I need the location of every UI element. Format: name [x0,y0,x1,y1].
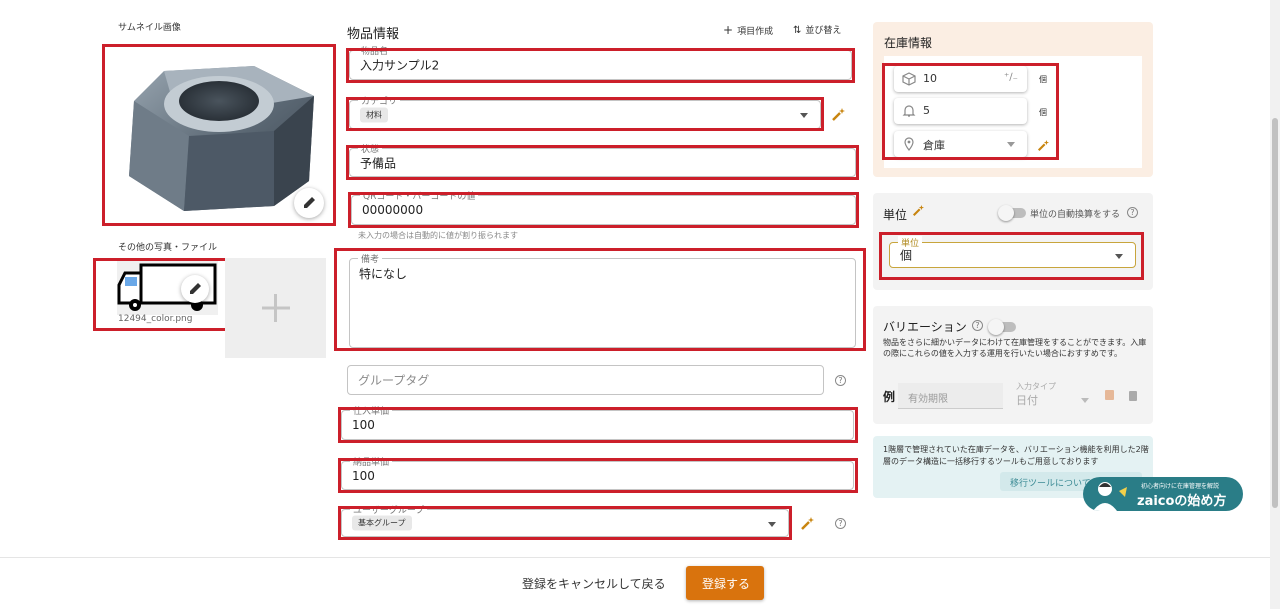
qr-code-highlight [348,192,859,228]
help-icon[interactable]: ? [1127,207,1138,218]
plus-icon: + [723,23,734,37]
file-highlight [93,258,228,331]
group-tag-placeholder: グループタグ [358,373,430,388]
item-name-highlight [346,48,855,83]
magic-wand-icon[interactable] [800,517,814,531]
group-tag-input[interactable]: グループタグ [347,365,824,395]
migration-text: 1階層で管理されていた在庫データを、バリエーション機能を利用した2階層のデータ構… [883,445,1149,466]
trash-icon [1129,391,1137,401]
example-placeholder: 有効期限 [908,394,948,405]
magic-wand-icon[interactable] [831,108,845,122]
submit-label: 登録する [702,577,751,591]
create-field-label: 項目作成 [737,27,774,37]
scrollbar-track[interactable] [1270,0,1280,609]
add-file-button[interactable] [225,258,326,358]
reorder-label: 並び替え [805,26,842,36]
help-icon[interactable]: ? [835,518,846,529]
unit-title: 単位 [883,208,908,222]
person-illustration-icon [1093,482,1127,511]
reorder-button[interactable]: ⇅ 並び替え [793,23,841,36]
stock-highlight [882,63,1059,160]
user-group-highlight [338,506,792,540]
thumbnail-highlight [102,44,336,226]
chevron-down-icon [1081,398,1089,403]
copy-icon [1105,390,1114,400]
status-highlight [346,145,859,180]
remarks-highlight [334,248,866,351]
auto-convert-label: 単位の自動換算をする [1030,210,1121,220]
variation-toggle[interactable] [988,319,1016,335]
migration-button-label: 移行ツールについて [1010,479,1091,489]
example-label: 例 [883,390,896,404]
auto-convert-toggle[interactable] [998,205,1026,221]
stock-title: 在庫情報 [884,36,933,50]
item-info-title: 物品情報 [347,27,400,42]
input-type-value: 日付 [1016,394,1038,407]
purchase-price-highlight [338,407,858,443]
help-icon[interactable]: ? [972,320,983,331]
promo-title: zaicoの始め方 [1137,494,1227,509]
footer-divider [0,557,1270,558]
scrollbar-thumb[interactable] [1272,118,1278,508]
other-files-label: その他の写真・ファイル [118,243,218,253]
category-highlight [346,97,824,131]
cancel-button[interactable]: 登録をキャンセルして戻る [522,575,666,592]
variation-title: バリエーション [883,320,967,334]
selling-price-highlight [338,458,858,493]
promo-banner[interactable]: 初心者向けに在庫管理を解説 zaicoの始め方 [1083,477,1243,511]
help-icon[interactable]: ? [835,375,846,386]
qr-code-hint: 未入力の場合は自動的に値が割り振られます [358,231,518,240]
submit-button[interactable]: 登録する [686,566,764,600]
plus-icon [262,294,290,322]
input-type-label: 入力タイプ [1016,382,1056,391]
sort-icon: ⇅ [793,25,802,36]
create-field-button[interactable]: + 項目作成 [723,23,773,37]
promo-small-text: 初心者向けに在庫管理を解説 [1141,483,1220,490]
magic-wand-icon[interactable] [912,205,924,217]
variation-description: 物品をさらに細かいデータにわけて在庫管理をすることができます。入庫の際にこれらの… [883,338,1147,358]
example-input: 有効期限 [898,383,1003,409]
unit-highlight [879,232,1144,280]
thumbnail-label: サムネイル画像 [118,23,181,33]
